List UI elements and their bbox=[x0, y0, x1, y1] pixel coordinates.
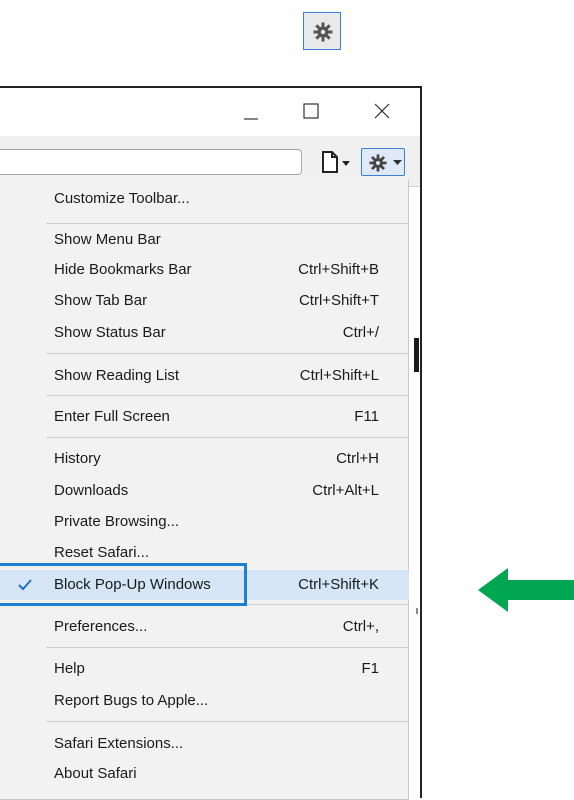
menu-item-help[interactable]: Help F1 bbox=[0, 654, 409, 684]
menu-item-label: History bbox=[54, 450, 101, 467]
page-menu-button[interactable] bbox=[320, 150, 356, 174]
menu-item-label: Preferences... bbox=[54, 618, 148, 635]
page-content-fragment bbox=[416, 608, 418, 614]
minimize-icon bbox=[244, 118, 258, 120]
menu-item-label: Report Bugs to Apple... bbox=[54, 692, 209, 709]
menu-item-label: Safari Extensions... bbox=[54, 735, 184, 752]
menu-item-shortcut: Ctrl+Shift+K bbox=[298, 576, 379, 593]
menu-item-safari-extensions[interactable]: Safari Extensions... bbox=[0, 729, 409, 759]
menu-item-shortcut: F1 bbox=[361, 660, 379, 677]
menu-item-show-reading-list[interactable]: Show Reading List Ctrl+Shift+L bbox=[0, 361, 409, 391]
menu-item-shortcut: Ctrl+, bbox=[342, 618, 379, 635]
menu-item-show-menu-bar[interactable]: Show Menu Bar bbox=[0, 225, 409, 255]
menu-item-label: Show Reading List bbox=[54, 367, 180, 384]
menu-item-show-status-bar[interactable]: Show Status Bar Ctrl+/ bbox=[0, 318, 409, 348]
arrow-left-icon bbox=[478, 568, 574, 612]
menu-item-label: Help bbox=[54, 660, 85, 677]
menu-separator bbox=[46, 223, 409, 224]
gear-icon bbox=[369, 154, 387, 172]
menu-item-label: About Safari bbox=[54, 765, 137, 782]
menu-separator bbox=[46, 721, 409, 722]
address-bar[interactable] bbox=[0, 149, 302, 175]
close-icon bbox=[374, 103, 390, 119]
maximize-icon bbox=[303, 103, 319, 119]
menu-item-show-tab-bar[interactable]: Show Tab Bar Ctrl+Shift+T bbox=[0, 286, 409, 316]
menu-item-shortcut: Ctrl+/ bbox=[342, 324, 379, 341]
menu-item-shortcut: Ctrl+Alt+L bbox=[312, 482, 379, 499]
menu-separator bbox=[46, 437, 409, 438]
menu-item-label: Customize Toolbar... bbox=[54, 190, 190, 207]
menu-item-shortcut: Ctrl+Shift+B bbox=[298, 261, 379, 278]
menu-item-customize-toolbar[interactable]: Customize Toolbar... bbox=[0, 184, 409, 214]
menu-item-report-bugs[interactable]: Report Bugs to Apple... bbox=[0, 686, 409, 716]
page-content-edge bbox=[409, 268, 420, 798]
menu-item-shortcut: Ctrl+H bbox=[336, 450, 379, 467]
minimize-button[interactable] bbox=[236, 96, 266, 126]
settings-menu-button[interactable] bbox=[361, 148, 405, 176]
menu-item-shortcut: Ctrl+Shift+L bbox=[299, 367, 379, 384]
menu-item-label: Show Menu Bar bbox=[54, 231, 161, 248]
maximize-button[interactable] bbox=[296, 96, 326, 126]
highlight-box bbox=[0, 563, 247, 606]
chevron-down-icon bbox=[393, 160, 402, 165]
menu-item-about-safari[interactable]: About Safari bbox=[0, 759, 409, 789]
close-button[interactable] bbox=[367, 96, 397, 126]
menu-item-label: Show Tab Bar bbox=[54, 292, 148, 309]
gear-icon bbox=[313, 22, 333, 42]
menu-item-label: Downloads bbox=[54, 482, 129, 499]
menu-item-preferences[interactable]: Preferences... Ctrl+, bbox=[0, 612, 409, 642]
menu-separator bbox=[46, 395, 409, 396]
menu-item-hide-bookmarks-bar[interactable]: Hide Bookmarks Bar Ctrl+Shift+B bbox=[0, 255, 409, 285]
menu-separator bbox=[46, 353, 409, 354]
settings-dropdown-menu: Customize Toolbar... Show Menu Bar Hide … bbox=[0, 180, 409, 800]
menu-item-label: Show Status Bar bbox=[54, 324, 166, 341]
menu-item-shortcut: Ctrl+Shift+T bbox=[298, 292, 379, 309]
menu-item-label: Hide Bookmarks Bar bbox=[54, 261, 192, 278]
title-bar bbox=[0, 88, 420, 136]
page-content-fragment bbox=[414, 338, 419, 372]
menu-item-label: Enter Full Screen bbox=[54, 408, 170, 425]
menu-item-label: Private Browsing... bbox=[54, 513, 180, 530]
menu-item-shortcut: F11 bbox=[354, 408, 379, 425]
settings-gear-button-preview bbox=[303, 12, 341, 50]
menu-item-enter-full-screen[interactable]: Enter Full Screen F11 bbox=[0, 402, 409, 432]
menu-item-history[interactable]: History Ctrl+H bbox=[0, 444, 409, 474]
menu-item-downloads[interactable]: Downloads Ctrl+Alt+L bbox=[0, 476, 409, 506]
menu-item-private-browsing[interactable]: Private Browsing... bbox=[0, 507, 409, 537]
menu-separator bbox=[46, 647, 409, 648]
page-icon bbox=[322, 151, 350, 173]
